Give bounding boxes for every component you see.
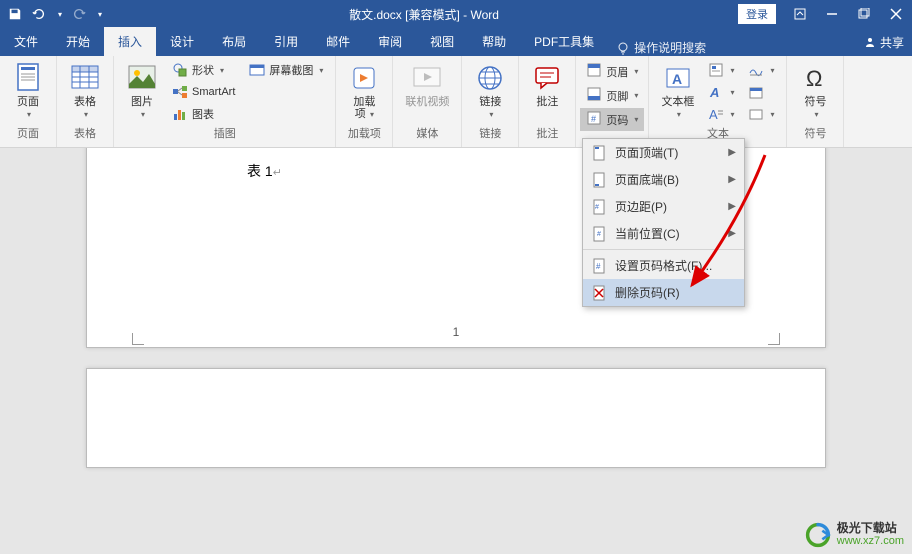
document-page-2[interactable] xyxy=(86,368,826,468)
smartart-button[interactable]: SmartArt xyxy=(168,82,239,102)
addins-button[interactable]: 加载 项 ▾ xyxy=(344,60,384,123)
maximize-icon[interactable] xyxy=(848,0,880,28)
object-button[interactable]: ▾ xyxy=(744,104,778,124)
smartart-icon xyxy=(172,84,188,100)
svg-text:A: A xyxy=(709,107,718,122)
watermark-logo-icon xyxy=(805,522,831,548)
svg-text:A: A xyxy=(672,71,682,87)
textbox-button[interactable]: A 文本框▾ xyxy=(657,60,698,123)
screenshot-icon xyxy=(249,62,265,78)
login-button[interactable]: 登录 xyxy=(738,4,776,24)
svg-text:A: A xyxy=(709,85,719,100)
submenu-arrow-icon: ▶ xyxy=(728,147,736,158)
tab-pdf[interactable]: PDF工具集 xyxy=(520,27,608,56)
window-title: 散文.docx [兼容模式] - Word xyxy=(110,6,738,23)
datetime-button[interactable] xyxy=(744,82,778,102)
tell-me[interactable]: 操作说明搜索 xyxy=(608,39,714,56)
tab-review[interactable]: 审阅 xyxy=(364,27,416,56)
tab-home[interactable]: 开始 xyxy=(52,27,104,56)
tab-layout[interactable]: 布局 xyxy=(208,27,260,56)
svg-text:#: # xyxy=(595,204,599,211)
remove-icon xyxy=(591,285,607,301)
signature-button[interactable]: ▾ xyxy=(744,60,778,80)
minimize-icon[interactable] xyxy=(816,0,848,28)
dd-top-of-page[interactable]: 页面顶端(T) ▶ xyxy=(583,139,744,166)
dd-current-position[interactable]: # 当前位置(C) ▶ xyxy=(583,220,744,247)
tab-help[interactable]: 帮助 xyxy=(468,27,520,56)
header-button[interactable]: 页眉▾ xyxy=(580,60,644,83)
dd-remove-page-numbers[interactable]: 删除页码(R) xyxy=(583,279,744,306)
svg-text:#: # xyxy=(597,231,601,238)
person-icon xyxy=(864,36,876,48)
share-button[interactable]: 共享 xyxy=(856,28,912,56)
bottom-icon xyxy=(591,172,607,188)
top-icon xyxy=(591,145,607,161)
group-addins-label: 加载项 xyxy=(344,125,384,143)
margins-icon: # xyxy=(591,199,607,215)
undo-icon[interactable] xyxy=(32,7,46,21)
tab-view[interactable]: 视图 xyxy=(416,27,468,56)
online-video-button[interactable]: 联机视频 xyxy=(401,60,453,110)
table-caption: 表 1 xyxy=(247,163,273,179)
table-button[interactable]: 表格▾ xyxy=(65,60,105,123)
format-icon: # xyxy=(591,258,607,274)
group-comments-label: 批注 xyxy=(527,125,567,143)
group-tables-label: 表格 xyxy=(65,125,105,143)
shapes-button[interactable]: 形状▾ xyxy=(168,60,239,80)
group-pages-label: 页面 xyxy=(8,125,48,143)
dropcap-button[interactable]: A▾ xyxy=(704,104,738,124)
group-media-label: 媒体 xyxy=(401,125,453,143)
page-number-display: 1 xyxy=(453,325,460,339)
symbol-button[interactable]: Ω 符号▾ xyxy=(795,60,835,123)
dd-bottom-of-page[interactable]: 页面底端(B) ▶ xyxy=(583,166,744,193)
qat-customize[interactable]: ▾ xyxy=(98,10,102,19)
save-icon[interactable] xyxy=(8,7,22,21)
tab-mailings[interactable]: 邮件 xyxy=(312,27,364,56)
tab-design[interactable]: 设计 xyxy=(156,27,208,56)
submenu-arrow-icon: ▶ xyxy=(728,174,736,185)
watermark: 极光下载站 www.xz7.com xyxy=(805,522,904,548)
links-button[interactable]: 链接▾ xyxy=(470,60,510,123)
page-number-button[interactable]: # 页码▾ xyxy=(580,108,644,131)
wordart-button[interactable]: A▾ xyxy=(704,82,738,102)
current-icon: # xyxy=(591,226,607,242)
quickparts-button[interactable]: ▾ xyxy=(704,60,738,80)
svg-text:#: # xyxy=(591,114,596,124)
shapes-icon xyxy=(172,62,188,78)
svg-text:#: # xyxy=(596,262,601,271)
undo-dropdown[interactable]: ▾ xyxy=(58,10,62,19)
ribbon-options-icon[interactable] xyxy=(784,0,816,28)
pagenumber-icon: # xyxy=(586,110,602,129)
group-illustrations-label: 插图 xyxy=(122,125,327,143)
chart-icon xyxy=(172,106,188,122)
pages-button[interactable]: 页面▾ xyxy=(8,60,48,123)
chart-button[interactable]: 图表 xyxy=(168,104,239,124)
tab-insert[interactable]: 插入 xyxy=(104,27,156,56)
header-icon xyxy=(586,62,602,81)
dd-page-margins[interactable]: # 页边距(P) ▶ xyxy=(583,193,744,220)
footer-icon xyxy=(586,86,602,105)
lightbulb-icon xyxy=(616,41,630,55)
group-links-label: 链接 xyxy=(470,125,510,143)
close-icon[interactable] xyxy=(880,0,912,28)
tab-references[interactable]: 引用 xyxy=(260,27,312,56)
tab-file[interactable]: 文件 xyxy=(0,27,52,56)
group-symbols-label: 符号 xyxy=(795,125,835,143)
svg-text:Ω: Ω xyxy=(806,66,822,91)
submenu-arrow-icon: ▶ xyxy=(728,201,736,212)
comment-button[interactable]: 批注 xyxy=(527,60,567,110)
submenu-arrow-icon: ▶ xyxy=(728,228,736,239)
screenshot-button[interactable]: 屏幕截图▾ xyxy=(245,60,327,80)
pictures-button[interactable]: 图片▾ xyxy=(122,60,162,123)
redo-icon[interactable] xyxy=(72,7,86,21)
page-number-dropdown: 页面顶端(T) ▶ 页面底端(B) ▶ # 页边距(P) ▶ # 当前位置(C)… xyxy=(582,138,745,307)
footer-button[interactable]: 页脚▾ xyxy=(580,84,644,107)
dd-format-page-numbers[interactable]: # 设置页码格式(F)... xyxy=(583,252,744,279)
